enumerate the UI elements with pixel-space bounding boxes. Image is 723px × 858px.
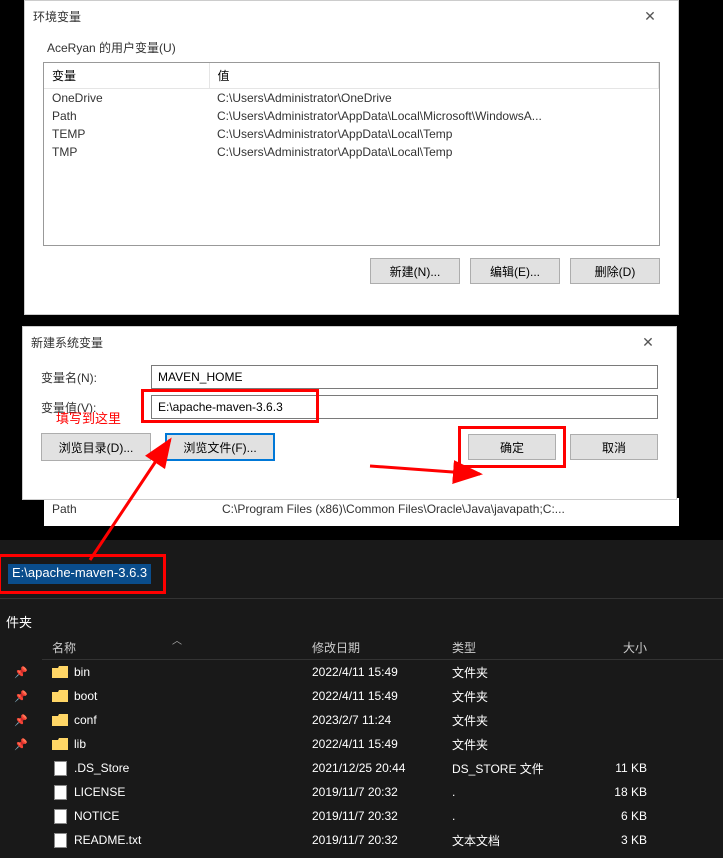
file-date: 2019/11/7 20:32: [312, 809, 452, 823]
file-size: 11 KB: [587, 761, 667, 775]
file-type: 文件夹: [452, 688, 587, 705]
ok-button[interactable]: 确定: [468, 434, 556, 460]
folder-icon: [52, 689, 68, 703]
table-row[interactable]: PathC:\Users\Administrator\AppData\Local…: [44, 107, 659, 125]
file-name: NOTICE: [74, 809, 119, 823]
new-titlebar: 新建系统变量 ✕: [23, 327, 676, 357]
col-val[interactable]: 值: [209, 63, 659, 89]
user-vars-group: AceRyan 的用户变量(U) 变量 值 OneDriveC:\Users\A…: [43, 39, 660, 284]
var-name-row: 变量名(N):: [41, 365, 658, 389]
file-row[interactable]: README.txt 2019/11/7 20:32文本文档3 KB: [0, 828, 723, 852]
file-row[interactable]: .DS_Store 2021/12/25 20:44DS_STORE 文件11 K…: [0, 756, 723, 780]
address-bar[interactable]: E:\apache-maven-3.6.3: [8, 564, 151, 584]
var-value-input[interactable]: [151, 395, 658, 419]
file-name: README.txt: [74, 833, 141, 847]
file-icon: [52, 809, 68, 823]
file-date: 2022/4/11 15:49: [312, 737, 452, 751]
file-size: 18 KB: [587, 785, 667, 799]
close-icon[interactable]: ✕: [630, 1, 670, 31]
table-row[interactable]: OneDriveC:\Users\Administrator\OneDrive: [44, 89, 659, 108]
file-row[interactable]: 📌 boot 2022/4/11 15:49文件夹: [0, 684, 723, 708]
file-type: .: [452, 809, 587, 823]
folder-group-label: 件夹: [0, 612, 32, 631]
file-date: 2022/4/11 15:49: [312, 665, 452, 679]
folder-icon: [52, 713, 68, 727]
pin-icon: 📌: [0, 690, 42, 703]
file-type: 文件夹: [452, 736, 587, 753]
pin-icon: 📌: [0, 714, 42, 727]
file-date: 2022/4/11 15:49: [312, 689, 452, 703]
file-type: 文件夹: [452, 664, 587, 681]
delete-button[interactable]: 删除(D): [570, 258, 660, 284]
system-vars-partial: PathC:\Program Files (x86)\Common Files\…: [44, 498, 679, 526]
file-type: DS_STORE 文件: [452, 760, 587, 777]
table-row[interactable]: TEMPC:\Users\Administrator\AppData\Local…: [44, 125, 659, 143]
file-size: 3 KB: [587, 833, 667, 847]
file-name: LICENSE: [74, 785, 125, 799]
edit-button[interactable]: 编辑(E)...: [470, 258, 560, 284]
var-value-row: 变量值(V):: [41, 395, 658, 419]
cancel-button[interactable]: 取消: [570, 434, 658, 460]
file-row[interactable]: 📌 lib 2022/4/11 15:49文件夹: [0, 732, 723, 756]
file-row[interactable]: 📌 bin 2022/4/11 15:49文件夹: [0, 660, 723, 684]
new-title: 新建系统变量: [31, 334, 103, 351]
var-name-input[interactable]: [151, 365, 658, 389]
file-icon: [52, 761, 68, 775]
folder-icon: [52, 665, 68, 679]
new-button[interactable]: 新建(N)...: [370, 258, 460, 284]
file-name: lib: [74, 737, 86, 751]
file-list: 📌bin2022/4/11 15:49文件夹📌boot2022/4/11 15:…: [0, 660, 723, 852]
close-icon[interactable]: ✕: [628, 327, 668, 357]
user-vars-table[interactable]: 变量 值 OneDriveC:\Users\Administrator\OneD…: [43, 62, 660, 246]
file-name: bin: [74, 665, 90, 679]
sort-arrow-icon: ︿: [172, 632, 182, 647]
user-vars-buttons: 新建(N)... 编辑(E)... 删除(D): [43, 258, 660, 284]
separator: [0, 598, 723, 599]
file-list-header: ︿ 名称 修改日期 类型 大小: [42, 636, 723, 660]
table-row[interactable]: TMPC:\Users\Administrator\AppData\Local\…: [44, 143, 659, 161]
browse-file-button[interactable]: 浏览文件(F)...: [165, 433, 275, 461]
col-date-header[interactable]: 修改日期: [312, 639, 452, 656]
file-date: 2023/2/7 11:24: [312, 713, 452, 727]
file-explorer: E:\apache-maven-3.6.3 件夹 ︿ 名称 修改日期 类型 大小…: [0, 540, 723, 858]
file-icon: [52, 833, 68, 847]
pin-icon: 📌: [0, 738, 42, 751]
file-type: 文本文档: [452, 832, 587, 849]
file-icon: [52, 785, 68, 799]
col-size-header[interactable]: 大小: [587, 639, 667, 656]
user-vars-label: AceRyan 的用户变量(U): [43, 39, 660, 56]
pin-icon: 📌: [0, 666, 42, 679]
file-size: 6 KB: [587, 809, 667, 823]
file-date: 2021/12/25 20:44: [312, 761, 452, 775]
annotation-text: 填写到这里: [56, 408, 121, 427]
file-name: boot: [74, 689, 97, 703]
file-name: .DS_Store: [74, 761, 129, 775]
file-row[interactable]: LICENSE 2019/11/7 20:32.18 KB: [0, 780, 723, 804]
file-date: 2019/11/7 20:32: [312, 833, 452, 847]
file-type: .: [452, 785, 587, 799]
file-name: conf: [74, 713, 97, 727]
browse-dir-button[interactable]: 浏览目录(D)...: [41, 433, 151, 461]
new-dialog-buttons: 浏览目录(D)... 浏览文件(F)... 确定 取消: [41, 433, 658, 461]
env-title: 环境变量: [33, 8, 81, 25]
file-type: 文件夹: [452, 712, 587, 729]
var-name-label: 变量名(N):: [41, 369, 151, 386]
col-var[interactable]: 变量: [44, 63, 209, 89]
env-titlebar: 环境变量 ✕: [25, 1, 678, 31]
file-row[interactable]: 📌 conf 2023/2/7 11:24文件夹: [0, 708, 723, 732]
col-type-header[interactable]: 类型: [452, 639, 587, 656]
file-date: 2019/11/7 20:32: [312, 785, 452, 799]
env-variables-dialog: 环境变量 ✕ AceRyan 的用户变量(U) 变量 值 OneDriveC:\…: [24, 0, 679, 315]
folder-icon: [52, 737, 68, 751]
file-row[interactable]: NOTICE 2019/11/7 20:32.6 KB: [0, 804, 723, 828]
